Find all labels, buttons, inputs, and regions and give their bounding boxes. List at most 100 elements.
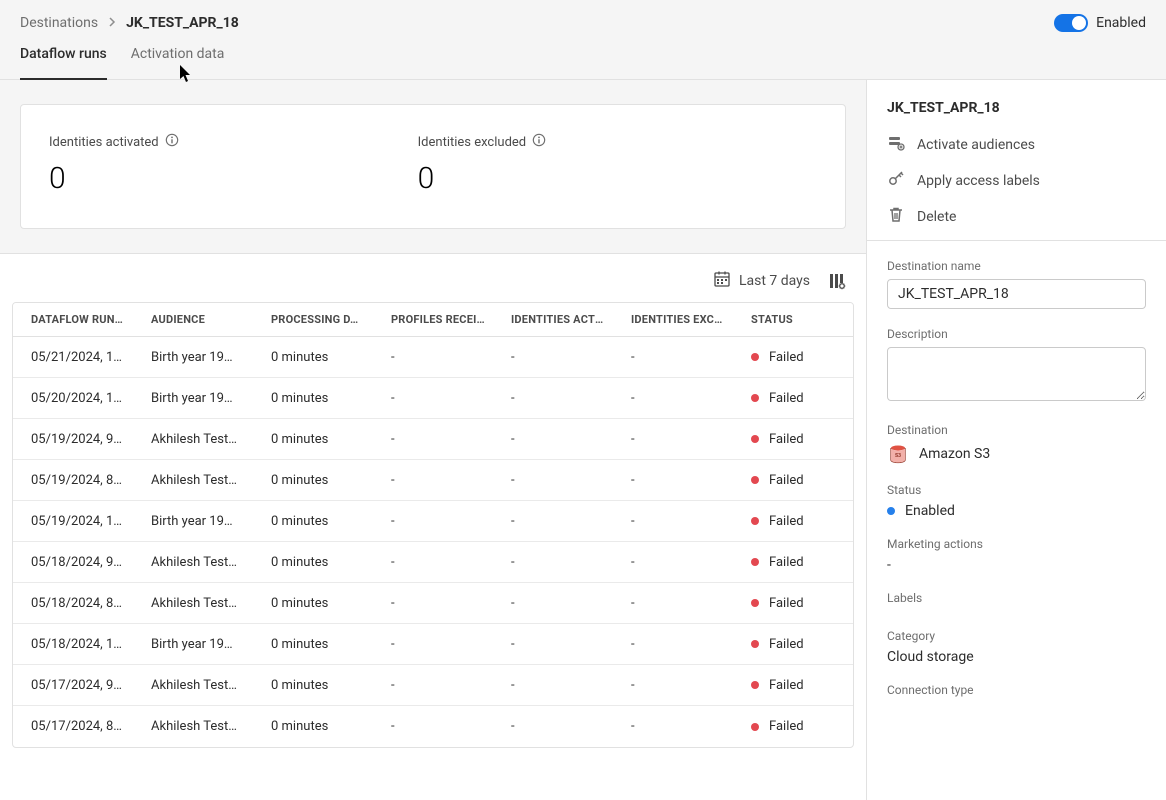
destination-name-label: Destination name (887, 259, 1146, 273)
info-icon[interactable] (532, 133, 546, 151)
cell-audience[interactable]: Birth year 19… (133, 350, 253, 365)
cell-identities-act: - (493, 555, 613, 570)
status-value: Enabled (905, 503, 955, 519)
activate-audiences-action[interactable]: Activate audiences (887, 134, 1146, 156)
svg-text:S3: S3 (895, 453, 901, 459)
stat-identities-excluded: Identities excluded 0 (418, 133, 787, 196)
date-range-picker[interactable]: Last 7 days (713, 270, 810, 292)
status-dot-icon (751, 599, 759, 607)
date-range-label: Last 7 days (739, 273, 810, 289)
cell-audience[interactable]: Akhilesh Test… (133, 432, 253, 447)
marketing-actions-label: Marketing actions (887, 537, 1146, 551)
table-row[interactable]: 05/19/2024, 9…Akhilesh Test…0 minutes---… (13, 419, 853, 460)
cell-dataflow-run[interactable]: 05/20/2024, 1… (13, 391, 133, 406)
col-header-dataflow-run[interactable]: DATAFLOW RUN… (13, 303, 133, 336)
table-header-row: DATAFLOW RUN… AUDIENCE PROCESSING D… PRO… (13, 303, 853, 337)
trash-icon (887, 206, 905, 228)
cell-dataflow-run[interactable]: 05/17/2024, 9… (13, 678, 133, 693)
key-icon (887, 170, 905, 192)
panel-title: JK_TEST_APR_18 (887, 100, 1146, 116)
cell-profiles: - (373, 473, 493, 488)
table-row[interactable]: 05/17/2024, 9…Akhilesh Test…0 minutes---… (13, 665, 853, 706)
stat-value: 0 (418, 161, 787, 196)
cell-dataflow-run[interactable]: 05/21/2024, 1… (13, 350, 133, 365)
table-row[interactable]: 05/17/2024, 8…Akhilesh Test…0 minutes---… (13, 706, 853, 747)
table-row[interactable]: 05/19/2024, 1…Birth year 19…0 minutes---… (13, 501, 853, 542)
col-header-profiles[interactable]: PROFILES RECEI… (373, 303, 493, 336)
action-label: Activate audiences (917, 137, 1035, 153)
cell-status: Failed (733, 514, 853, 529)
status-dot-icon (751, 394, 759, 402)
col-header-identities-act[interactable]: IDENTITIES ACTI… (493, 303, 613, 336)
status-dot-icon (751, 476, 759, 484)
stat-value: 0 (49, 161, 418, 196)
cell-audience[interactable]: Akhilesh Test… (133, 678, 253, 693)
col-header-audience[interactable]: AUDIENCE (133, 303, 253, 336)
cell-identities-exc: - (613, 514, 733, 529)
col-header-status[interactable]: STATUS (733, 303, 853, 336)
status-dot-icon (751, 681, 759, 689)
stats-card-area: Identities activated 0 Identities exclud… (0, 80, 866, 254)
amazon-s3-icon: S3 (887, 443, 909, 465)
tab-dataflow-runs[interactable]: Dataflow runs (20, 46, 107, 79)
cell-processing: 0 minutes (253, 514, 373, 529)
description-textarea[interactable] (887, 347, 1146, 401)
cell-processing: 0 minutes (253, 596, 373, 611)
activate-icon (887, 134, 905, 156)
cell-identities-act: - (493, 637, 613, 652)
cell-processing: 0 minutes (253, 432, 373, 447)
table-row[interactable]: 05/20/2024, 1…Birth year 19…0 minutes---… (13, 378, 853, 419)
info-icon[interactable] (165, 133, 179, 151)
tabs: Dataflow runs Activation data (0, 46, 1166, 80)
cell-dataflow-run[interactable]: 05/19/2024, 9… (13, 432, 133, 447)
cell-processing: 0 minutes (253, 719, 373, 734)
cell-identities-exc: - (613, 719, 733, 734)
cell-status: Failed (733, 555, 853, 570)
cell-audience[interactable]: Birth year 19… (133, 391, 253, 406)
table-row[interactable]: 05/19/2024, 8…Akhilesh Test…0 minutes---… (13, 460, 853, 501)
cell-processing: 0 minutes (253, 637, 373, 652)
cell-audience[interactable]: Akhilesh Test… (133, 555, 253, 570)
cell-profiles: - (373, 596, 493, 611)
cell-identities-act: - (493, 514, 613, 529)
cell-identities-act: - (493, 350, 613, 365)
apply-access-labels-action[interactable]: Apply access labels (887, 170, 1146, 192)
cell-identities-exc: - (613, 555, 733, 570)
status-dot-icon (751, 353, 759, 361)
cell-audience[interactable]: Akhilesh Test… (133, 719, 253, 734)
cell-dataflow-run[interactable]: 05/18/2024, 8… (13, 596, 133, 611)
table-row[interactable]: 05/21/2024, 1…Birth year 19…0 minutes---… (13, 337, 853, 378)
cell-audience[interactable]: Birth year 19… (133, 637, 253, 652)
cell-dataflow-run[interactable]: 05/18/2024, 1… (13, 637, 133, 652)
cell-dataflow-run[interactable]: 05/19/2024, 1… (13, 514, 133, 529)
cell-identities-act: - (493, 391, 613, 406)
table-wrap: DATAFLOW RUN… AUDIENCE PROCESSING D… PRO… (0, 302, 866, 800)
breadcrumb-root[interactable]: Destinations (20, 15, 98, 31)
destination-name-input[interactable] (887, 279, 1146, 309)
table-row[interactable]: 05/18/2024, 1…Birth year 19…0 minutes---… (13, 624, 853, 665)
tab-activation-data[interactable]: Activation data (131, 46, 225, 79)
cell-profiles: - (373, 391, 493, 406)
cell-profiles: - (373, 514, 493, 529)
cell-identities-exc: - (613, 391, 733, 406)
status-dot-icon (887, 507, 895, 515)
cell-audience[interactable]: Birth year 19… (133, 514, 253, 529)
table-row[interactable]: 05/18/2024, 8…Akhilesh Test…0 minutes---… (13, 583, 853, 624)
table-row[interactable]: 05/18/2024, 9…Akhilesh Test…0 minutes---… (13, 542, 853, 583)
cell-identities-act: - (493, 432, 613, 447)
cell-audience[interactable]: Akhilesh Test… (133, 473, 253, 488)
cell-dataflow-run[interactable]: 05/18/2024, 9… (13, 555, 133, 570)
delete-action[interactable]: Delete (887, 206, 1146, 228)
enable-toggle-label: Enabled (1096, 15, 1146, 31)
cell-identities-act: - (493, 596, 613, 611)
enable-toggle[interactable] (1054, 14, 1088, 32)
column-settings-button[interactable] (828, 272, 846, 290)
status-dot-icon (751, 558, 759, 566)
cell-dataflow-run[interactable]: 05/17/2024, 8… (13, 719, 133, 734)
cell-dataflow-run[interactable]: 05/19/2024, 8… (13, 473, 133, 488)
cell-identities-act: - (493, 719, 613, 734)
cell-audience[interactable]: Akhilesh Test… (133, 596, 253, 611)
col-header-processing[interactable]: PROCESSING D… (253, 303, 373, 336)
col-header-identities-exc[interactable]: IDENTITIES EXC… (613, 303, 733, 336)
cell-profiles: - (373, 678, 493, 693)
